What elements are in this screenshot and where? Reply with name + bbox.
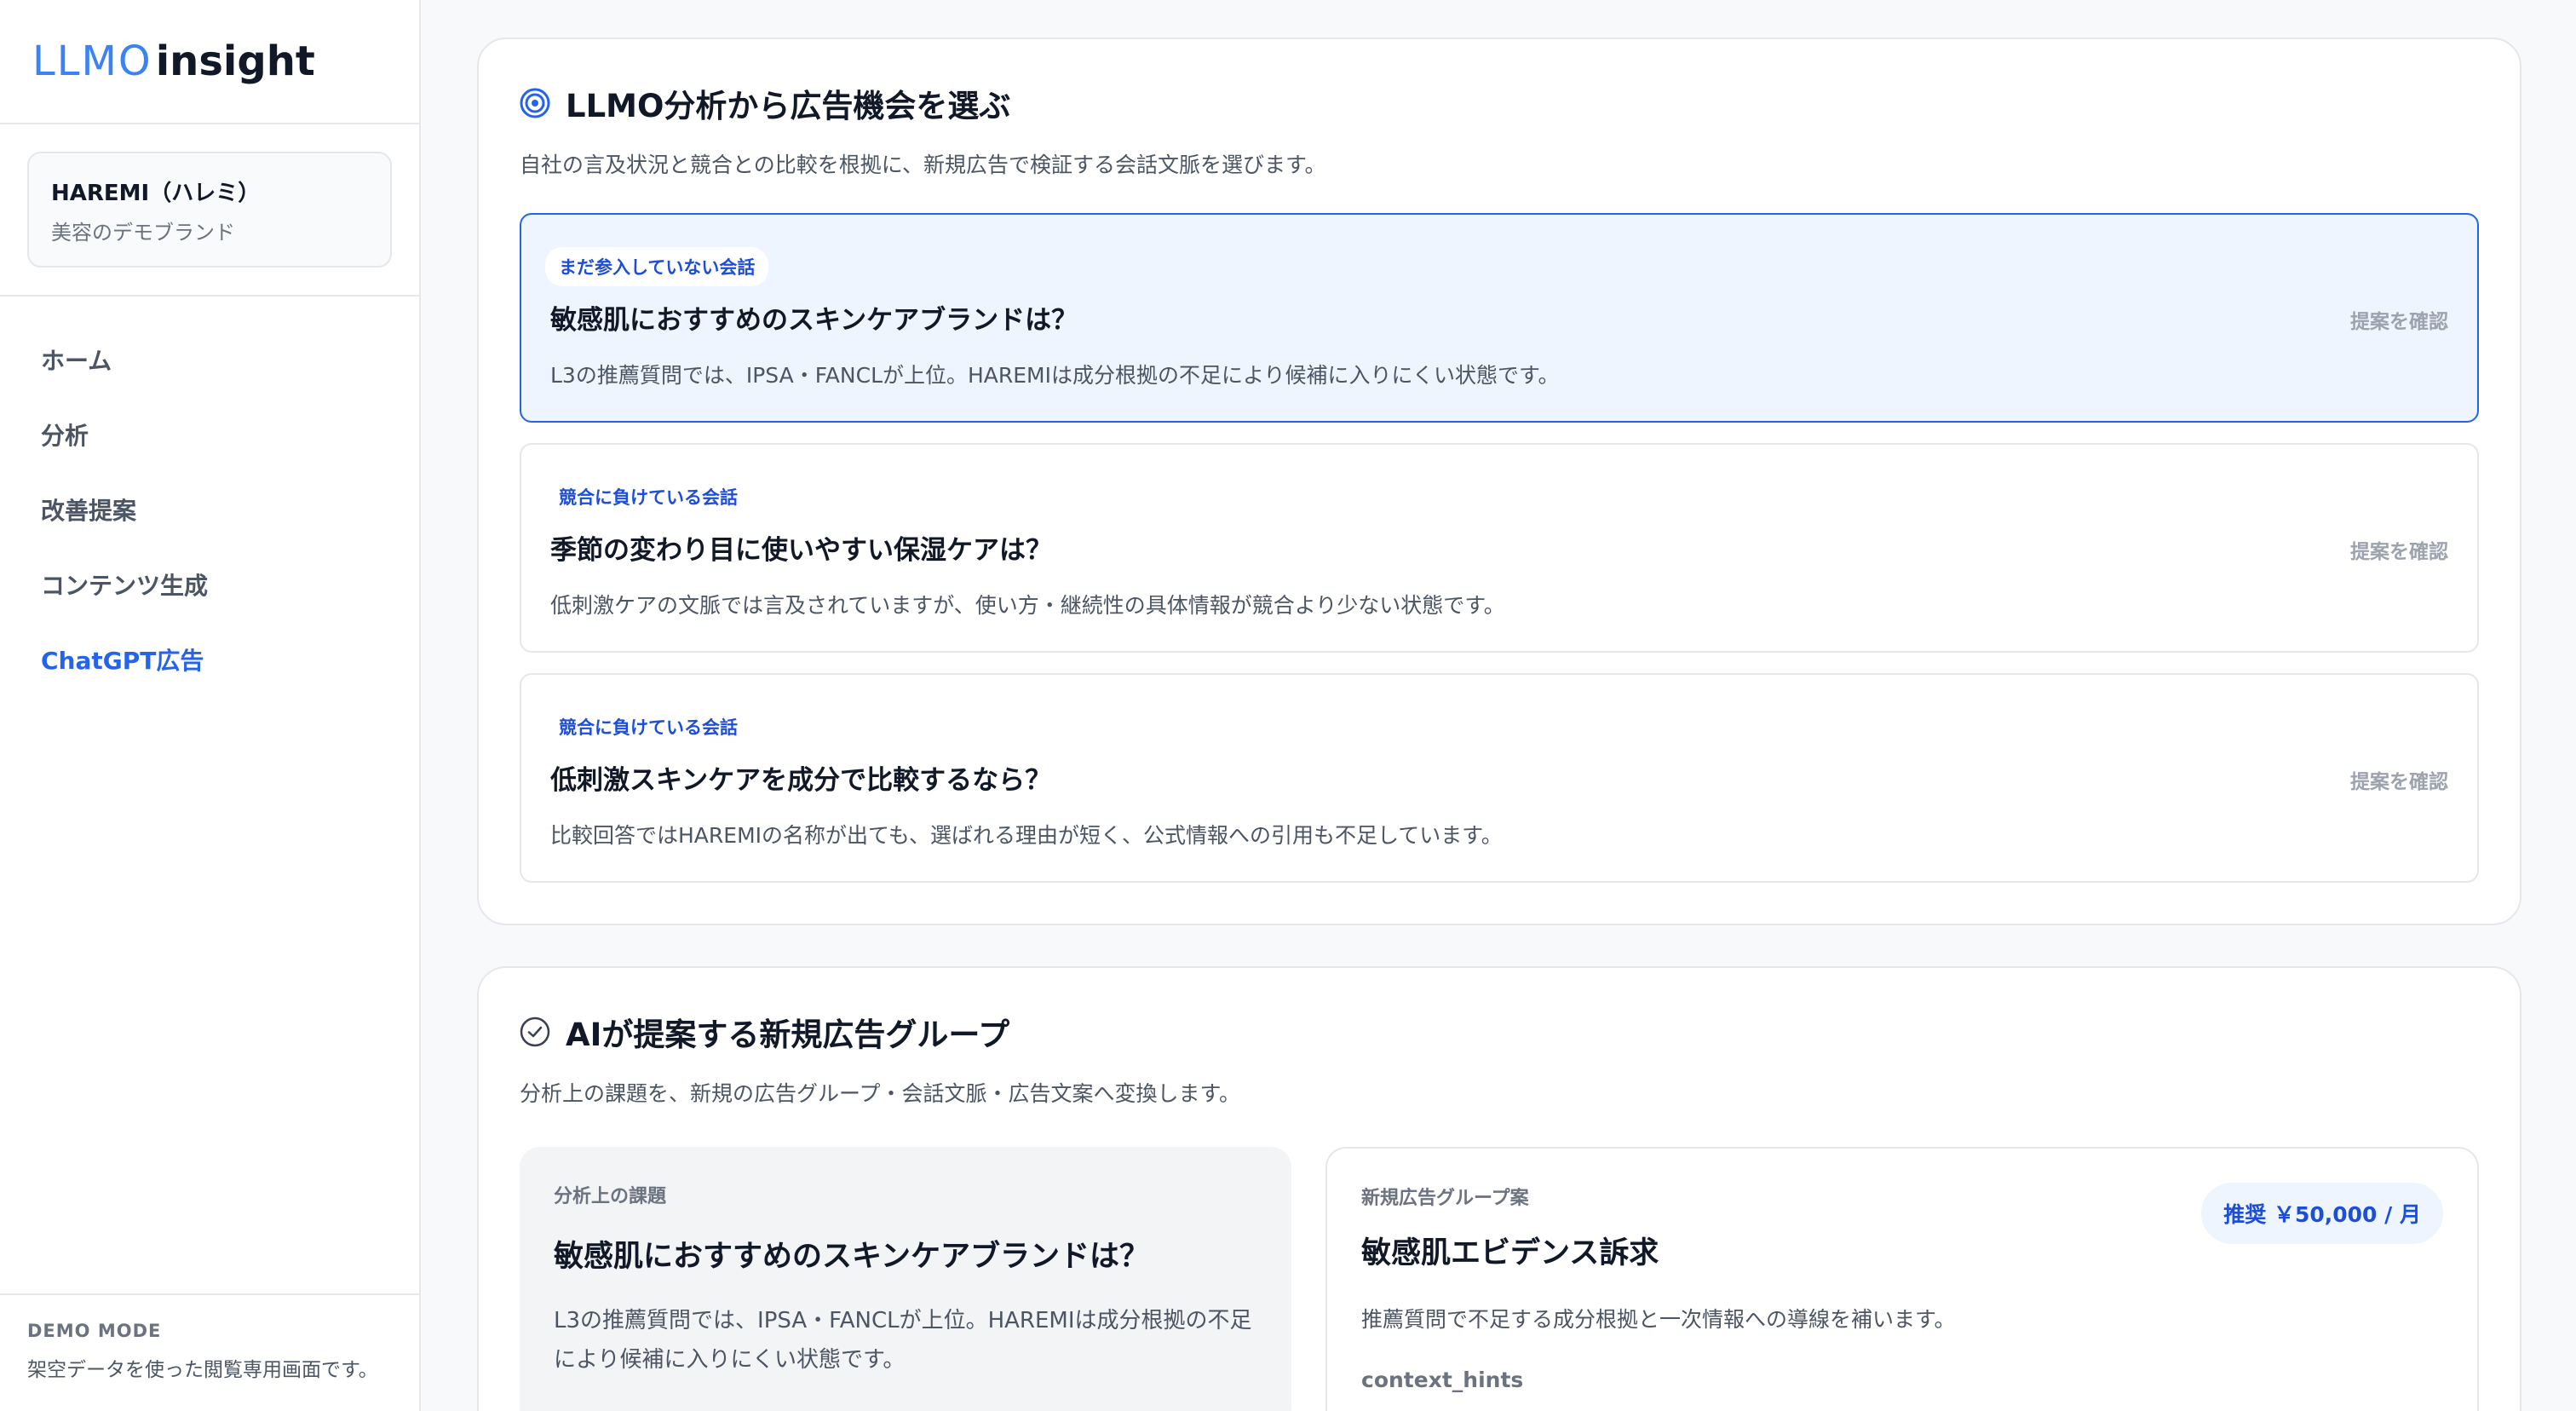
opportunity-card[interactable]: 競合に負けている会話 季節の変わり目に使いやすい保湿ケアは？ 低刺激ケアの文脈で… bbox=[520, 443, 2479, 653]
brand-section: HAREMI（ハレミ） 美容のデモブランド bbox=[0, 124, 419, 297]
sidebar: LLMO insight HAREMI（ハレミ） 美容のデモブランド ホーム 分… bbox=[0, 0, 421, 1411]
opportunity-question: 低刺激スキンケアを成分で比較するなら？ bbox=[550, 765, 1052, 796]
opportunity-badge: 競合に負けている会話 bbox=[545, 477, 751, 516]
issue-card: 分析上の課題 敏感肌におすすめのスキンケアブランドは？ L3の推薦質問では、IP… bbox=[520, 1147, 1291, 1411]
view-proposal-link[interactable]: 提案を確認 bbox=[2350, 535, 2448, 564]
brand-switcher[interactable]: HAREMI（ハレミ） 美容のデモブランド bbox=[27, 152, 392, 268]
sidebar-item-home[interactable]: ホーム bbox=[0, 322, 419, 397]
opportunity-detail: 比較回答ではHAREMIの名称が出ても、選ばれる理由が短く、公式情報への引用も不… bbox=[550, 823, 1503, 848]
ad-groups-title: AIが提案する新規広告グループ bbox=[566, 1016, 1010, 1053]
issue-label: 分析上の課題 bbox=[554, 1186, 667, 1207]
proposal-detail: 推薦質問で不足する成分根拠と一次情報への導線を補います。 bbox=[1361, 1307, 1956, 1332]
sidebar-item-chatgpt-ads[interactable]: ChatGPT広告 bbox=[0, 622, 419, 697]
logo-insight: insight bbox=[155, 37, 315, 85]
sidebar-item-content-generation[interactable]: コンテンツ生成 bbox=[0, 547, 419, 622]
ad-groups-panel: AIが提案する新規広告グループ 分析上の課題を、新規の広告グループ・会話文脈・広… bbox=[477, 966, 2521, 1411]
view-proposal-link[interactable]: 提案を確認 bbox=[2350, 765, 2448, 794]
logo-llmo: LLMO bbox=[32, 37, 152, 85]
brand-name: HAREMI（ハレミ） bbox=[51, 181, 261, 206]
budget-badge: 推奨 ￥50,000 / 月 bbox=[2201, 1183, 2443, 1244]
opportunity-list: まだ参入していない会話 敏感肌におすすめのスキンケアブランドは？ L3の推薦質問… bbox=[520, 213, 2479, 883]
brand-subtitle: 美容のデモブランド bbox=[51, 221, 235, 245]
target-icon bbox=[520, 88, 550, 118]
issue-question: 敏感肌におすすめのスキンケアブランドは？ bbox=[554, 1240, 1149, 1274]
ad-groups-header: AIが提案する新規広告グループ bbox=[520, 1009, 2479, 1055]
opportunities-description: 自社の言及状況と競合との比較を根拠に、新規広告で検証する会話文脈を選びます。 bbox=[520, 153, 1326, 177]
opportunity-detail: 低刺激ケアの文脈では言及されていますが、使い方・継続性の具体情報が競合より少ない… bbox=[550, 593, 1505, 618]
opportunity-badge: 競合に負けている会話 bbox=[545, 707, 751, 746]
sidebar-nav: ホーム 分析 改善提案 コンテンツ生成 ChatGPT広告 bbox=[0, 297, 419, 697]
check-circle-icon bbox=[520, 1016, 550, 1047]
opportunities-title: LLMO分析から広告機会を選ぶ bbox=[566, 88, 1011, 124]
issue-detail: L3の推薦質問では、IPSA・FANCLが上位。HAREMIは成分根拠の不足によ… bbox=[554, 1308, 1252, 1373]
opportunity-card[interactable]: まだ参入していない会話 敏感肌におすすめのスキンケアブランドは？ L3の推薦質問… bbox=[520, 213, 2479, 423]
main-content: LLMO分析から広告機会を選ぶ 自社の言及状況と競合との比較を根拠に、新規広告で… bbox=[421, 0, 2576, 1411]
opportunity-badge: まだ参入していない会話 bbox=[545, 247, 769, 286]
demo-mode-text: 架空データを使った閲覧専用画面です。 bbox=[27, 1359, 378, 1381]
ad-groups-description: 分析上の課題を、新規の広告グループ・会話文脈・広告文案へ変換します。 bbox=[520, 1081, 1241, 1106]
logo[interactable]: LLMO insight bbox=[0, 0, 419, 124]
opportunities-panel: LLMO分析から広告機会を選ぶ 自社の言及状況と競合との比較を根拠に、新規広告で… bbox=[477, 37, 2521, 925]
ad-group-proposal-card: 新規広告グループ案 敏感肌エビデンス訴求 推奨 ￥50,000 / 月 推薦質問… bbox=[1325, 1147, 2479, 1411]
opportunities-header: LLMO分析から広告機会を選ぶ bbox=[520, 80, 2479, 126]
sidebar-item-analysis[interactable]: 分析 bbox=[0, 397, 419, 472]
demo-mode-notice: DEMO MODE 架空データを使った閲覧専用画面です。 bbox=[0, 1293, 419, 1411]
demo-mode-title: DEMO MODE bbox=[27, 1321, 162, 1341]
sidebar-item-improvements[interactable]: 改善提案 bbox=[0, 472, 419, 547]
context-hints-label: context_hints bbox=[1361, 1368, 1524, 1392]
view-proposal-link[interactable]: 提案を確認 bbox=[2350, 305, 2448, 334]
opportunity-question: 敏感肌におすすめのスキンケアブランドは？ bbox=[550, 305, 1078, 336]
app-root: LLMO insight HAREMI（ハレミ） 美容のデモブランド ホーム 分… bbox=[0, 0, 2576, 1411]
opportunity-card[interactable]: 競合に負けている会話 低刺激スキンケアを成分で比較するなら？ 比較回答ではHAR… bbox=[520, 673, 2479, 883]
ad-group-row: 分析上の課題 敏感肌におすすめのスキンケアブランドは？ L3の推薦質問では、IP… bbox=[520, 1147, 2479, 1411]
opportunity-question: 季節の変わり目に使いやすい保湿ケアは？ bbox=[550, 535, 1052, 566]
opportunity-detail: L3の推薦質問では、IPSA・FANCLが上位。HAREMIは成分根拠の不足によ… bbox=[550, 363, 1560, 388]
